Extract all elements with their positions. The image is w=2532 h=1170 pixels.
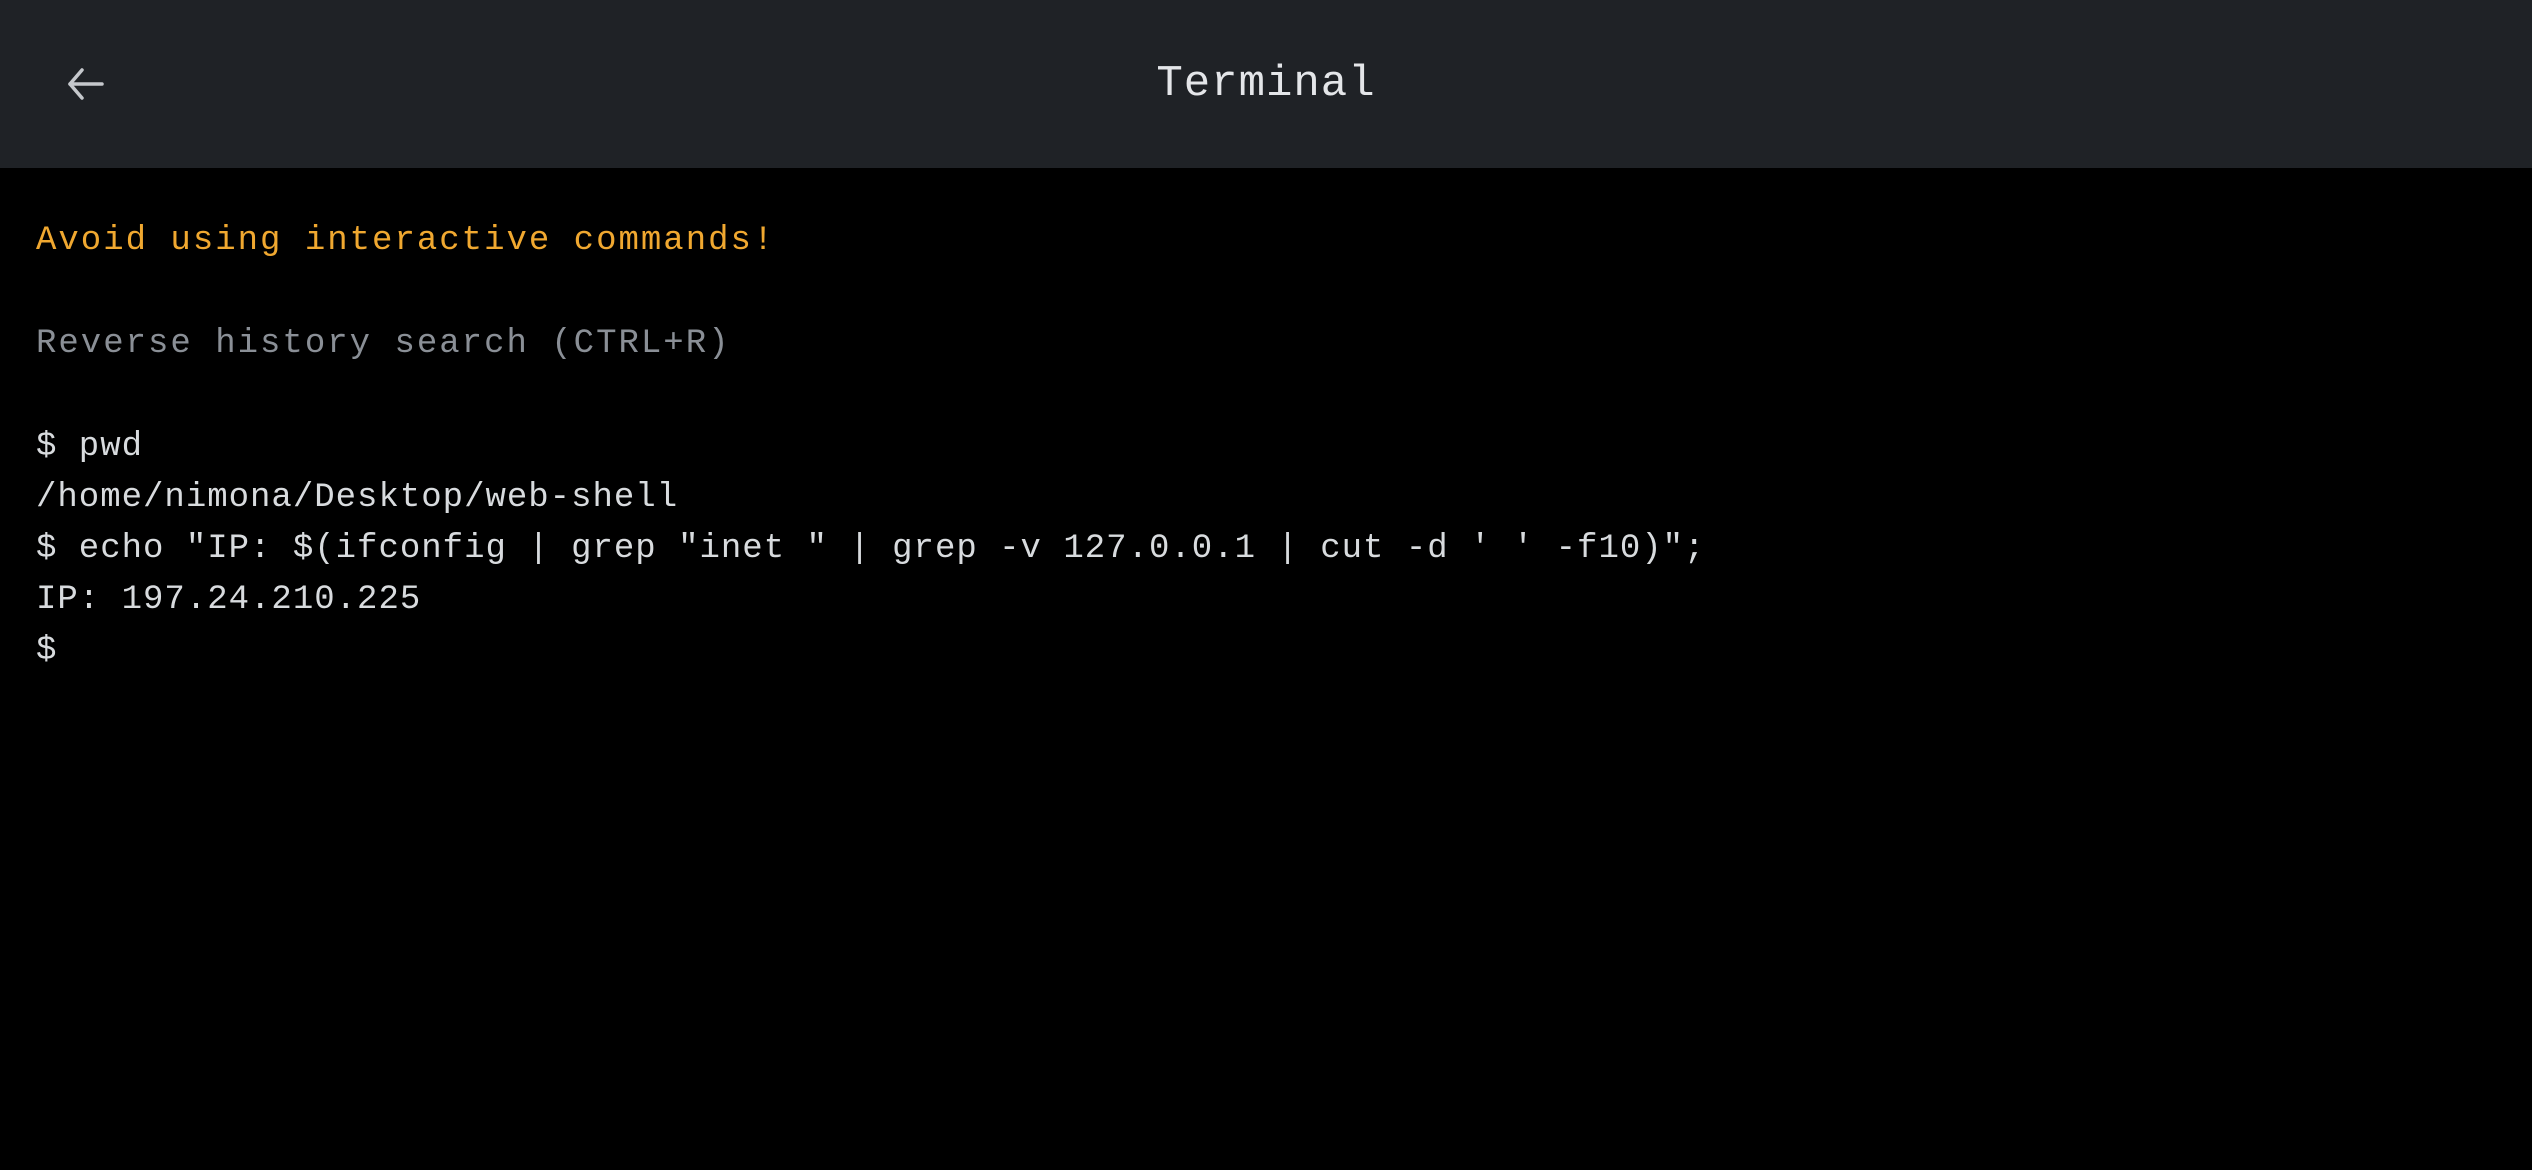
warning-message: Avoid using interactive commands! — [36, 216, 2496, 267]
arrow-left-icon — [64, 62, 108, 106]
page-title: Terminal — [0, 59, 2532, 109]
prompt-symbol: $ — [36, 626, 56, 677]
command-input[interactable] — [67, 633, 2496, 671]
back-button[interactable] — [58, 56, 114, 112]
terminal-body[interactable]: Avoid using interactive commands! Revers… — [0, 168, 2532, 725]
terminal-line: $ echo "IP: $(ifconfig | grep "inet " | … — [36, 524, 2496, 575]
terminal-line: /home/nimona/Desktop/web-shell — [36, 473, 2496, 524]
prompt-line[interactable]: $ — [36, 626, 2496, 677]
terminal-line: IP: 197.24.210.225 — [36, 575, 2496, 626]
app-header: Terminal — [0, 0, 2532, 168]
terminal-line: $ pwd — [36, 422, 2496, 473]
search-hint: Reverse history search (CTRL+R) — [36, 319, 2496, 370]
